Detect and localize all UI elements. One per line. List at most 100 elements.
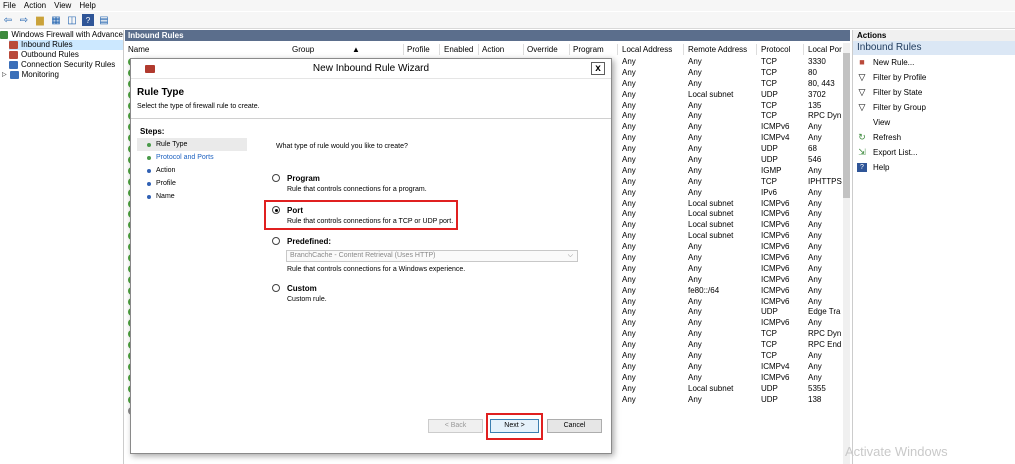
option-program-label[interactable]: Program [287, 174, 320, 183]
option-custom-label[interactable]: Custom [287, 284, 317, 293]
action-refresh[interactable]: ↻ Refresh [853, 130, 1015, 145]
radio-program[interactable] [272, 174, 280, 182]
option-predefined-label[interactable]: Predefined: [287, 237, 331, 246]
option-port-label[interactable]: Port [287, 206, 303, 215]
table-cell: Any [688, 57, 702, 66]
table-cell: Any [808, 122, 822, 132]
radio-port[interactable] [272, 206, 280, 214]
col-separator [803, 44, 804, 55]
table-cell: Any [622, 253, 636, 263]
col-program[interactable]: Program [573, 44, 604, 55]
table-cell: fe80::/64 [688, 285, 720, 295]
show-hide-tree-icon[interactable]: ▦ [50, 14, 62, 26]
table-cell: Any [688, 122, 702, 132]
table-cell: Any [688, 144, 702, 154]
menu-bar: File Action View Help [0, 0, 1015, 11]
col-separator [523, 44, 524, 55]
expand-chevron-icon[interactable]: ▷ [2, 70, 7, 80]
step-dot-icon [147, 155, 151, 160]
tree-item-monitoring[interactable]: ▷ Monitoring [0, 70, 123, 80]
table-cell: Any [688, 329, 702, 339]
cancel-button[interactable]: Cancel [547, 419, 602, 433]
option-port-desc: Rule that controls connections for a TCP… [287, 218, 454, 225]
radio-predefined[interactable] [272, 237, 280, 245]
step-profile[interactable]: Profile [137, 177, 247, 190]
connection-security-icon [9, 61, 18, 69]
actions-pane: Actions Inbound Rules ■ New Rule... ▽ Filt… [852, 30, 1015, 464]
col-enabled[interactable]: Enabled [444, 44, 473, 55]
col-separator [617, 44, 618, 55]
table-cell: Any [688, 253, 702, 263]
menu-action[interactable]: Action [24, 1, 46, 10]
table-cell: Any [688, 340, 702, 350]
action-help[interactable]: ? Help [853, 160, 1015, 175]
table-cell: Any [622, 242, 636, 252]
table-cell: IPHTTPS [808, 176, 842, 186]
menu-help[interactable]: Help [79, 1, 95, 10]
table-cell: Any [622, 187, 636, 197]
col-separator [756, 44, 757, 55]
properties-icon[interactable]: ◫ [66, 14, 78, 26]
action-filter-state[interactable]: ▽ Filter by State [853, 85, 1015, 100]
pane-title: Inbound Rules [125, 30, 850, 41]
filter-icon: ▽ [858, 102, 866, 112]
col-name[interactable]: Name [128, 44, 149, 55]
tree-root[interactable]: Windows Firewall with Advance [0, 30, 123, 40]
table-cell: RPC Dyn [808, 111, 842, 121]
monitoring-icon [9, 71, 19, 79]
export-icon: ⇲ [858, 147, 866, 157]
predefined-select[interactable]: BranchCache - Content Retrieval (Uses HT… [286, 250, 578, 262]
tree-item-outbound-rules[interactable]: Outbound Rules [0, 50, 123, 60]
action-export-list[interactable]: ⇲ Export List... [853, 145, 1015, 160]
console-icon[interactable]: ▤ [98, 14, 110, 26]
table-cell: Local subnet [688, 89, 734, 99]
col-separator [478, 44, 479, 55]
step-rule-type[interactable]: Rule Type [137, 138, 247, 151]
action-filter-profile[interactable]: ▽ Filter by Profile [853, 70, 1015, 85]
table-cell: Any [622, 100, 636, 110]
col-protocol[interactable]: Protocol [761, 44, 790, 55]
action-new-rule[interactable]: ■ New Rule... [853, 55, 1015, 70]
step-name[interactable]: Name [137, 190, 247, 203]
col-override[interactable]: Override [527, 44, 558, 55]
step-action[interactable]: Action [137, 164, 247, 177]
tree-item-connection-security-rules[interactable]: Connection Security Rules [0, 60, 123, 70]
table-cell: Any [688, 318, 702, 328]
next-button[interactable]: Next > [490, 419, 539, 433]
close-button[interactable]: x [591, 62, 605, 75]
step-heading: Rule Type [137, 87, 185, 98]
action-view[interactable]: View [853, 115, 1015, 130]
menu-file[interactable]: File [3, 1, 16, 10]
col-group[interactable]: Group [292, 44, 314, 55]
col-profile[interactable]: Profile [407, 44, 430, 55]
forward-arrow-icon[interactable]: ⇨ [18, 14, 30, 26]
table-cell: Local subnet [688, 383, 734, 393]
col-local-address[interactable]: Local Address [622, 44, 672, 55]
step-protocol-ports[interactable]: Protocol and Ports [137, 151, 247, 164]
table-cell: Any [622, 274, 636, 284]
table-cell: Any [622, 318, 636, 328]
table-cell: Any [622, 165, 636, 175]
table-cell: Any [688, 78, 702, 88]
help-icon[interactable]: ? [82, 14, 94, 26]
inbound-rules-icon [9, 41, 18, 49]
col-remote-address[interactable]: Remote Address [688, 44, 747, 55]
up-folder-icon[interactable]: ▆ [34, 14, 46, 26]
table-cell: Any [622, 372, 636, 382]
col-local-port[interactable]: Local Por [808, 44, 842, 55]
actions-section[interactable]: Inbound Rules [853, 41, 1015, 55]
tree-item-inbound-rules[interactable]: Inbound Rules [9, 40, 123, 50]
table-cell: 80, 443 [808, 78, 835, 88]
col-action[interactable]: Action [482, 44, 504, 55]
radio-custom[interactable] [272, 284, 280, 292]
steps-label: Steps: [140, 127, 165, 136]
filter-icon: ▽ [858, 72, 866, 82]
step-dot-icon [147, 168, 151, 173]
table-cell: Any [622, 351, 636, 361]
back-button[interactable]: < Back [428, 419, 483, 433]
action-filter-group[interactable]: ▽ Filter by Group [853, 100, 1015, 115]
menu-view[interactable]: View [54, 1, 71, 10]
table-cell: Local subnet [688, 209, 734, 219]
back-arrow-icon[interactable]: ⇦ [2, 14, 14, 26]
rules-scroll-thumb[interactable] [843, 53, 850, 198]
